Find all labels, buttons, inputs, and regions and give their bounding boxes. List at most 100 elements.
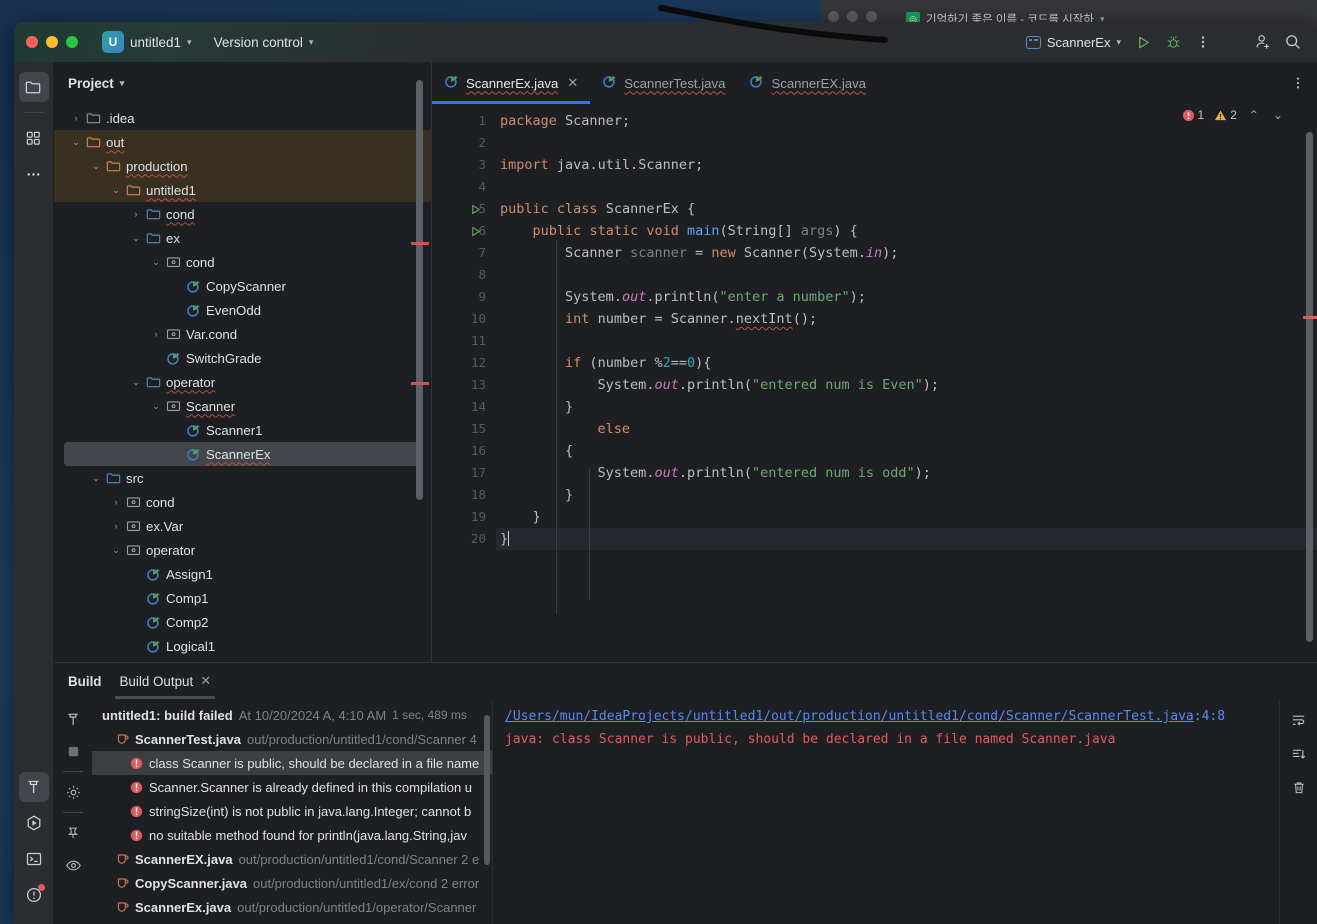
- close-window-button[interactable]: [26, 36, 38, 48]
- chevron-down-icon[interactable]: ⌄: [148, 398, 164, 414]
- build-tool-window-button[interactable]: [18, 772, 49, 802]
- project-tree-item[interactable]: › Var.cond: [54, 322, 431, 346]
- code-line[interactable]: [496, 132, 1317, 154]
- chevron-right-icon[interactable]: ›: [68, 110, 84, 126]
- build-tree-item[interactable]: class Scanner is public, should be decla…: [92, 751, 492, 775]
- code-line[interactable]: import java.util.Scanner;: [496, 154, 1317, 176]
- code-line[interactable]: public static void main(String[] args) {: [496, 220, 1317, 242]
- error-count-badge[interactable]: 1: [1182, 108, 1204, 122]
- chevron-down-icon[interactable]: ▾: [120, 78, 125, 89]
- project-tree-item[interactable]: ›EvenOdd: [54, 298, 431, 322]
- project-tree-item[interactable]: › .idea: [54, 106, 431, 130]
- project-tree-item[interactable]: ⌄ out: [54, 130, 431, 154]
- chevron-down-icon[interactable]: ⌄: [108, 182, 124, 198]
- trash-icon[interactable]: [1287, 777, 1311, 799]
- build-tree-item[interactable]: stringSize(int) is not public in java.la…: [92, 799, 492, 823]
- editor-tab[interactable]: ScannerEx.java ✕: [432, 62, 591, 104]
- chevron-down-icon[interactable]: ⌄: [148, 254, 164, 270]
- project-tree-item[interactable]: ⌄ cond: [54, 250, 431, 274]
- build-tree-item[interactable]: ScannerEX.java out/production/untitled1/c…: [92, 847, 492, 871]
- scroll-to-end-icon[interactable]: [1287, 743, 1311, 765]
- project-tree-item[interactable]: ⌄ src: [54, 466, 431, 490]
- code-line[interactable]: [496, 264, 1317, 286]
- project-tree-scrollbar[interactable]: [416, 80, 423, 500]
- prev-problem-icon[interactable]: ⌃: [1249, 108, 1259, 122]
- project-panel-header[interactable]: Project ▾: [54, 62, 431, 104]
- search-icon[interactable]: [1279, 29, 1307, 55]
- stop-icon[interactable]: [60, 739, 86, 763]
- more-vertical-icon[interactable]: [1189, 29, 1217, 55]
- build-tree-item[interactable]: Scanner1.javaout/production/untitled1/op…: [92, 919, 492, 924]
- code-line[interactable]: int number = Scanner.nextInt();: [496, 308, 1317, 330]
- build-tree-item[interactable]: no suitable method found for println(jav…: [92, 823, 492, 847]
- build-tree-item[interactable]: ScannerTest.java out/production/untitled1…: [92, 727, 492, 751]
- build-detail-link[interactable]: /Users/mun/IdeaProjects/untitled1/out/pr…: [505, 709, 1194, 724]
- code-line[interactable]: if (number %2==0){: [496, 352, 1317, 374]
- code-line[interactable]: System.out.println("entered num is Even"…: [496, 374, 1317, 396]
- maximize-window-button[interactable]: [66, 36, 78, 48]
- close-icon[interactable]: ✕: [200, 673, 211, 689]
- code-line[interactable]: public class ScannerEx {: [496, 198, 1317, 220]
- project-tree-item[interactable]: › cond: [54, 490, 431, 514]
- project-tree-item[interactable]: ⌄ Scanner: [54, 394, 431, 418]
- project-tree-item[interactable]: › ex.Var: [54, 514, 431, 538]
- project-tree-item[interactable]: ›Scanner1: [54, 418, 431, 442]
- run-tool-window-button[interactable]: [19, 808, 49, 838]
- project-tree-item[interactable]: › cond: [54, 202, 431, 226]
- build-tree-scrollbar[interactable]: [484, 715, 490, 865]
- editor-tab[interactable]: ScannerEX.java: [737, 62, 878, 104]
- eye-icon[interactable]: [60, 853, 86, 877]
- terminal-tool-window-button[interactable]: [19, 844, 49, 874]
- chevron-right-icon[interactable]: ›: [108, 494, 124, 510]
- version-control-menu[interactable]: Version control ▾: [208, 30, 320, 54]
- chevron-right-icon[interactable]: ›: [148, 326, 164, 342]
- project-tree-item[interactable]: ›Assign1: [54, 562, 431, 586]
- code-line[interactable]: else: [496, 418, 1317, 440]
- code-line[interactable]: }: [496, 484, 1317, 506]
- project-tree-item[interactable]: ⌄ untitled1: [54, 178, 431, 202]
- code-line[interactable]: [496, 330, 1317, 352]
- project-tree-item[interactable]: ⌄ ex: [54, 226, 431, 250]
- project-selector[interactable]: U untitled1 ▾: [96, 30, 198, 54]
- chevron-right-icon[interactable]: ›: [128, 206, 144, 222]
- build-tree-item[interactable]: ScannerEx.java out/production/untitled1/o…: [92, 895, 492, 919]
- editor-tab[interactable]: ScannerTest.java: [590, 62, 737, 104]
- next-problem-icon[interactable]: ⌄: [1273, 108, 1283, 122]
- code-line[interactable]: Scanner scanner = new Scanner(System.in)…: [496, 242, 1317, 264]
- chevron-right-icon[interactable]: ›: [108, 518, 124, 534]
- editor-scrollbar[interactable]: [1306, 132, 1313, 642]
- close-icon[interactable]: ✕: [567, 75, 578, 91]
- project-tree-item[interactable]: ›ScannerEx: [64, 442, 423, 466]
- code-line[interactable]: [496, 176, 1317, 198]
- project-tree-item[interactable]: ›SwitchGrade: [54, 346, 431, 370]
- minimize-window-button[interactable]: [46, 36, 58, 48]
- problems-tool-window-button[interactable]: [19, 880, 49, 910]
- project-tree-item[interactable]: ⌄ production: [54, 154, 431, 178]
- build-tree-item[interactable]: untitled1: build failed At 10/20/2024 A, …: [92, 703, 492, 727]
- more-horizontal-icon[interactable]: [19, 159, 49, 189]
- pin-icon[interactable]: [60, 821, 86, 845]
- code-line[interactable]: System.out.println("entered num is odd")…: [496, 462, 1317, 484]
- chevron-down-icon[interactable]: ⌄: [128, 374, 144, 390]
- run-gutter-icon[interactable]: [470, 198, 484, 220]
- project-tool-window-button[interactable]: [18, 72, 49, 102]
- build-tree-item[interactable]: Scanner.Scanner is already defined in th…: [92, 775, 492, 799]
- code-line[interactable]: }: [496, 506, 1317, 528]
- chevron-down-icon[interactable]: ⌄: [108, 542, 124, 558]
- editor-tabs-more-icon[interactable]: [1291, 62, 1317, 104]
- warning-count-badge[interactable]: 2: [1214, 108, 1237, 122]
- chevron-down-icon[interactable]: ⌄: [88, 470, 104, 486]
- settings-gear-icon[interactable]: [60, 780, 86, 804]
- code-line[interactable]: }: [496, 396, 1317, 418]
- project-tree-item[interactable]: ⌄ operator: [54, 538, 431, 562]
- project-tree-item[interactable]: ›Logical1: [54, 634, 431, 658]
- project-tree-item[interactable]: ›Comp1: [54, 586, 431, 610]
- code-line[interactable]: {: [496, 440, 1317, 462]
- code-line[interactable]: System.out.println("enter a number");: [496, 286, 1317, 308]
- project-tree-item[interactable]: ⌄ operator: [54, 370, 431, 394]
- run-gutter-icon[interactable]: [470, 220, 484, 242]
- chevron-down-icon[interactable]: ⌄: [128, 230, 144, 246]
- build-detail-pane[interactable]: /Users/mun/IdeaProjects/untitled1/out/pr…: [492, 699, 1279, 924]
- chevron-down-icon[interactable]: ⌄: [68, 134, 84, 150]
- build-output-tree[interactable]: untitled1: build failed At 10/20/2024 A, …: [92, 699, 492, 924]
